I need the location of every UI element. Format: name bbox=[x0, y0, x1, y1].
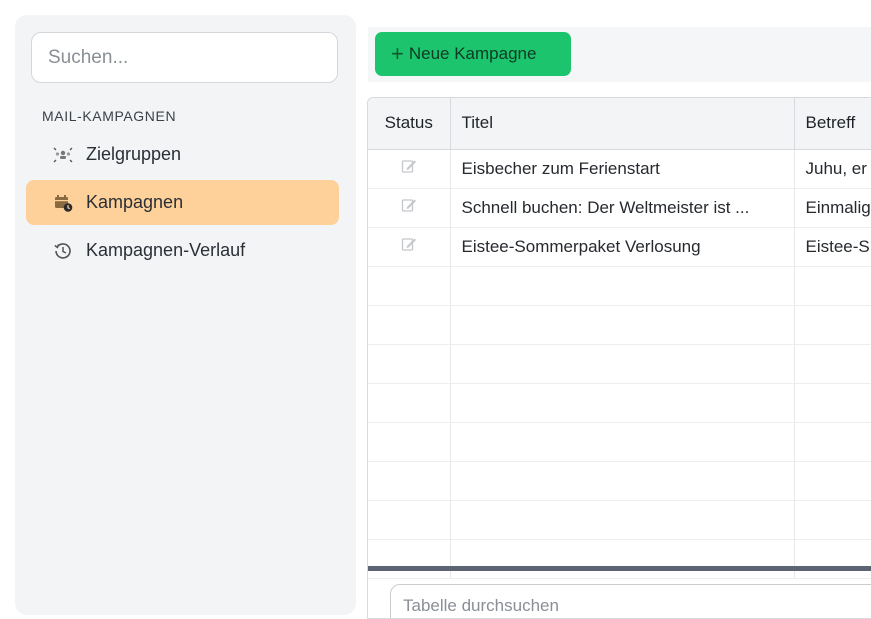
empty-row bbox=[368, 305, 871, 345]
table-footer-divider bbox=[368, 566, 871, 571]
pencil-icon[interactable] bbox=[401, 197, 417, 218]
empty-row bbox=[368, 500, 871, 540]
empty-row bbox=[368, 383, 871, 423]
empty-row bbox=[368, 422, 871, 462]
pencil-icon[interactable] bbox=[401, 236, 417, 257]
campaign-table: Status Titel Betreff Eisbecher zum Ferie… bbox=[367, 97, 871, 619]
subject-cell: Eistee-S bbox=[794, 227, 871, 267]
sidebar-item-label: Zielgruppen bbox=[86, 144, 182, 164]
sidebar-item-zielgruppen[interactable]: Zielgruppen bbox=[26, 132, 339, 177]
calendar-clock-icon bbox=[52, 192, 74, 214]
status-cell bbox=[368, 149, 451, 189]
title-cell: Eisbecher zum Ferienstart bbox=[450, 149, 795, 189]
toolbar: + Neue Kampagne bbox=[368, 27, 871, 82]
new-campaign-label: Neue Kampagne bbox=[408, 44, 537, 63]
column-header-title[interactable]: Titel bbox=[450, 98, 795, 150]
table-row[interactable]: Schnell buchen: Der Weltmeister ist ... … bbox=[368, 188, 871, 228]
status-cell bbox=[368, 188, 451, 228]
new-campaign-button[interactable]: + Neue Kampagne bbox=[375, 32, 571, 76]
plus-icon: + bbox=[391, 41, 404, 66]
status-cell bbox=[368, 227, 451, 267]
column-header-subject[interactable]: Betreff bbox=[794, 98, 871, 150]
title-cell: Schnell buchen: Der Weltmeister ist ... bbox=[450, 188, 795, 228]
column-header-status[interactable]: Status bbox=[368, 98, 451, 150]
sidebar-search-input[interactable] bbox=[31, 32, 338, 83]
sidebar-item-kampagnen[interactable]: Kampagnen bbox=[26, 180, 339, 225]
subject-cell: Juhu, er bbox=[794, 149, 871, 189]
empty-row bbox=[368, 266, 871, 306]
empty-row bbox=[368, 344, 871, 384]
empty-row bbox=[368, 539, 871, 579]
history-icon bbox=[52, 240, 74, 262]
pencil-icon[interactable] bbox=[401, 158, 417, 179]
audience-icon bbox=[52, 144, 74, 166]
table-search-input[interactable] bbox=[390, 584, 871, 618]
table-header-row: Status Titel Betreff bbox=[368, 98, 871, 150]
sidebar-item-kampagnen-verlauf[interactable]: Kampagnen-Verlauf bbox=[26, 228, 339, 273]
sidebar-item-label: Kampagnen-Verlauf bbox=[86, 240, 246, 260]
subject-cell: Einmalig bbox=[794, 188, 871, 228]
section-title: MAIL-KAMPAGNEN bbox=[42, 108, 177, 124]
table-row[interactable]: Eistee-Sommerpaket Verlosung Eistee-S bbox=[368, 227, 871, 267]
title-cell: Eistee-Sommerpaket Verlosung bbox=[450, 227, 795, 267]
empty-row bbox=[368, 461, 871, 501]
sidebar: MAIL-KAMPAGNEN Zielgruppen Kampagn bbox=[15, 15, 356, 615]
sidebar-item-label: Kampagnen bbox=[86, 192, 184, 212]
table-row[interactable]: Eisbecher zum Ferienstart Juhu, er bbox=[368, 149, 871, 189]
